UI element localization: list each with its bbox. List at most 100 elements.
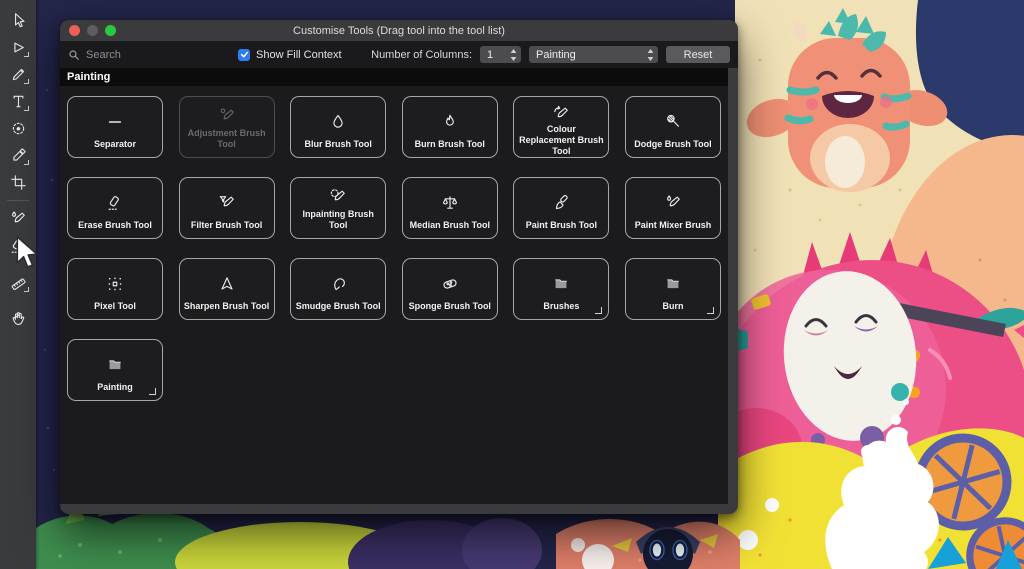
tool-burn[interactable]: Burn [625, 258, 721, 320]
tool-label: Sponge Brush Tool [409, 301, 491, 312]
filter-brush-icon [217, 185, 237, 220]
flyout-corner-icon [595, 307, 602, 314]
colour-replacement-brush-icon [551, 104, 571, 124]
tool-label: Inpainting Brush Tool [295, 209, 381, 231]
sidebar-paint-mixer-brush-tool[interactable] [5, 206, 31, 232]
tool-sponge-brush-tool[interactable]: Sponge Brush Tool [402, 258, 498, 320]
inpainting-brush-icon [328, 185, 348, 209]
hand-icon [9, 309, 28, 328]
tool-pixel-tool[interactable]: Pixel Tool [67, 258, 163, 320]
tool-filter-brush-tool[interactable]: Filter Brush Tool [179, 177, 275, 239]
tool-grid: Separator Adjustment Brush Tool Blur Brush… [60, 86, 728, 411]
flyout-corner-icon [24, 106, 29, 111]
tool-brushes[interactable]: Brushes [513, 258, 609, 320]
tool-label: Burn Brush Tool [415, 139, 485, 150]
tool-label: Burn [662, 301, 683, 312]
title-bar: Customise Tools (Drag tool into the tool… [60, 20, 738, 41]
columns-value: 1 [487, 49, 506, 61]
tool-burn-brush-tool[interactable]: Burn Brush Tool [402, 96, 498, 158]
tool-paint-brush-tool[interactable]: Paint Brush Tool [513, 177, 609, 239]
smudge-brush-icon [328, 266, 348, 301]
tool-colour-replacement-brush-tool[interactable]: Colour Replacement Brush Tool [513, 96, 609, 158]
number-of-columns-label: Number of Columns: [371, 49, 472, 61]
section-header: Painting [60, 68, 728, 86]
tool-label: Dodge Brush Tool [634, 139, 711, 150]
tool-list: Painting Separator Adjustment Brush Tool B… [60, 68, 728, 504]
flyout-corner-icon [707, 307, 714, 314]
tool-label: Sharpen Brush Tool [184, 301, 269, 312]
tool-label: Paint Mixer Brush [635, 220, 712, 231]
sharpen-brush-icon [217, 266, 237, 301]
tool-median-brush-tool[interactable]: Median Brush Tool [402, 177, 498, 239]
sponge-brush-icon [440, 266, 460, 301]
median-brush-icon [440, 185, 460, 220]
sidebar-selection-brush-tool[interactable] [5, 115, 31, 141]
tool-blur-brush-tool[interactable]: Blur Brush Tool [290, 96, 386, 158]
reset-button[interactable]: Reset [666, 46, 730, 63]
category-select[interactable]: Painting [529, 46, 658, 63]
tool-label: Separator [94, 139, 136, 150]
stepper-chevrons-icon [510, 49, 517, 61]
blur-brush-icon [328, 104, 348, 139]
checkbox-label: Show Fill Context [256, 49, 342, 61]
checkbox-check-icon [238, 49, 250, 61]
flyout-corner-icon [24, 79, 29, 84]
tool-paint-mixer-brush[interactable]: Paint Mixer Brush [625, 177, 721, 239]
tool-dodge-brush-tool[interactable]: Dodge Brush Tool [625, 96, 721, 158]
tool-label: Filter Brush Tool [191, 220, 262, 231]
sidebar-crop-tool[interactable] [5, 169, 31, 195]
flyout-corner-icon [24, 160, 29, 165]
tool-adjustment-brush-tool[interactable]: Adjustment Brush Tool [179, 96, 275, 158]
columns-stepper[interactable]: 1 [480, 46, 521, 63]
erase-brush-icon [105, 185, 125, 220]
mouse-cursor [15, 236, 39, 270]
sidebar-colour-picker-tool[interactable] [5, 142, 31, 168]
crop-icon [9, 173, 28, 192]
move-icon [9, 11, 28, 30]
close-button[interactable] [69, 25, 80, 36]
zoom-button[interactable] [105, 25, 116, 36]
traffic-lights [69, 20, 116, 41]
sidebar-text-tool[interactable] [5, 88, 31, 114]
tool-label: Adjustment Brush Tool [184, 128, 270, 150]
sidebar-move-tool[interactable] [5, 7, 31, 33]
tool-smudge-brush-tool[interactable]: Smudge Brush Tool [290, 258, 386, 320]
pixel-tool-icon [105, 266, 125, 301]
paint-brush-icon [551, 185, 571, 220]
tool-painting[interactable]: Painting [67, 339, 163, 401]
search-input[interactable]: Search [68, 49, 216, 61]
sidebar-view-pan-tool[interactable] [5, 305, 31, 331]
tool-erase-brush-tool[interactable]: Erase Brush Tool [67, 177, 163, 239]
tool-label: Brushes [543, 301, 579, 312]
minimize-button[interactable] [87, 25, 98, 36]
customise-tools-dialog: Customise Tools (Drag tool into the tool… [60, 20, 738, 514]
sidebar-divider [7, 200, 29, 201]
tool-label: Painting [97, 382, 133, 393]
search-icon [68, 49, 80, 61]
tool-label: Paint Brush Tool [526, 220, 597, 231]
tool-label: Colour Replacement Brush Tool [518, 124, 604, 156]
separator-icon [105, 104, 125, 139]
flyout-corner-icon [149, 388, 156, 395]
paint-mixer-brush-icon [8, 209, 28, 229]
sidebar-measure-tool[interactable] [5, 269, 31, 295]
tool-label: Erase Brush Tool [78, 220, 152, 231]
paint-mixer-brush-icon [663, 185, 683, 220]
dodge-brush-icon [663, 104, 683, 139]
folder-icon [105, 347, 125, 382]
scrollbar-track[interactable] [728, 68, 738, 504]
adjustment-brush-icon [217, 104, 237, 128]
sidebar-node-tool[interactable] [5, 34, 31, 60]
tools-sidebar [0, 0, 36, 569]
tool-separator[interactable]: Separator [67, 96, 163, 158]
tool-sharpen-brush-tool[interactable]: Sharpen Brush Tool [179, 258, 275, 320]
folder-icon [663, 266, 683, 301]
tool-label: Pixel Tool [94, 301, 136, 312]
tool-label: Smudge Brush Tool [296, 301, 381, 312]
tool-inpainting-brush-tool[interactable]: Inpainting Brush Tool [290, 177, 386, 239]
selection-brush-icon [9, 119, 28, 138]
category-value: Painting [536, 49, 643, 61]
show-fill-context-checkbox[interactable]: Show Fill Context [238, 49, 342, 61]
search-placeholder: Search [86, 49, 121, 61]
sidebar-pencil-tool[interactable] [5, 61, 31, 87]
